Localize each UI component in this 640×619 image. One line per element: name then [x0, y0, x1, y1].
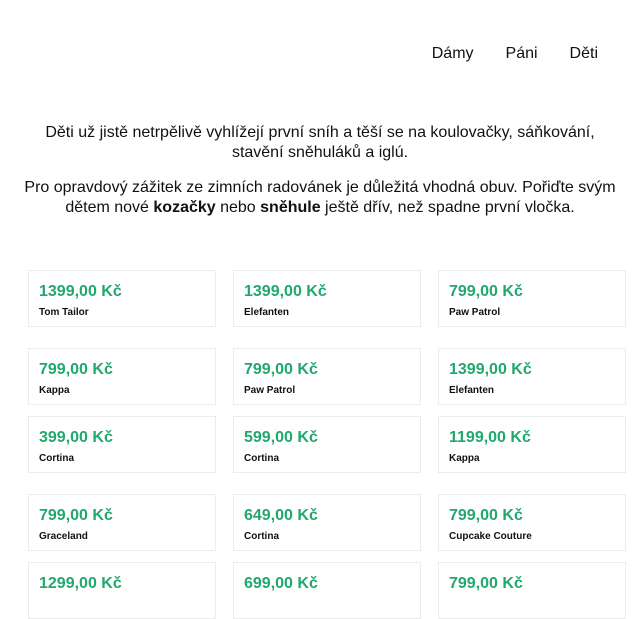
product-brand: Cupcake Couture	[449, 531, 532, 542]
product-price: 1199,00 Kč	[449, 429, 531, 446]
intro-paragraph-2: Pro opravdový zážitek ze zimních radován…	[24, 178, 616, 218]
nav-link-damy[interactable]: Dámy	[432, 44, 474, 64]
intro-link-snehule[interactable]: sněhule	[260, 199, 320, 216]
product-brand: Graceland	[39, 531, 88, 542]
product-brand: Paw Patrol	[449, 307, 501, 318]
nav-link-pani[interactable]: Páni	[506, 44, 538, 64]
product-card[interactable]: 699,00 Kč	[233, 562, 421, 619]
intro-link-kozacky[interactable]: kozačky	[153, 199, 215, 216]
product-price: 799,00 Kč	[39, 361, 113, 378]
product-price: 799,00 Kč	[244, 361, 318, 378]
product-card[interactable]: 799,00 Kč Graceland	[28, 494, 216, 551]
product-brand: Kappa	[449, 453, 480, 464]
product-price: 599,00 Kč	[244, 429, 318, 446]
product-card[interactable]: 1399,00 Kč Elefanten	[233, 270, 421, 327]
product-price: 799,00 Kč	[449, 507, 523, 524]
product-price: 1399,00 Kč	[244, 283, 327, 300]
product-card[interactable]: 799,00 Kč Cupcake Couture	[438, 494, 626, 551]
product-price: 399,00 Kč	[39, 429, 113, 446]
intro-text-part: ještě dřív, než spadne první vločka.	[320, 199, 575, 216]
intro-paragraph-1: Děti už jistě netrpělivě vyhlížejí první…	[45, 124, 595, 161]
intro-text-part: nebo	[215, 199, 261, 216]
product-brand: Paw Patrol	[244, 385, 296, 396]
product-card[interactable]: 799,00 Kč Paw Patrol	[233, 348, 421, 405]
nav-link-deti[interactable]: Děti	[570, 44, 598, 64]
product-brand: Tom Tailor	[39, 307, 89, 318]
intro-text: Děti už jistě netrpělivě vyhlížejí první…	[24, 123, 616, 218]
product-card[interactable]: 799,00 Kč	[438, 562, 626, 619]
product-price: 1399,00 Kč	[449, 361, 532, 378]
product-card[interactable]: 799,00 Kč Kappa	[28, 348, 216, 405]
product-price: 799,00 Kč	[39, 507, 113, 524]
product-card[interactable]: 1199,00 Kč Kappa	[438, 416, 626, 473]
product-card[interactable]: 799,00 Kč Paw Patrol	[438, 270, 626, 327]
top-nav: Dámy Páni Děti	[400, 44, 598, 64]
product-price: 799,00 Kč	[449, 575, 523, 592]
product-card[interactable]: 1399,00 Kč Tom Tailor	[28, 270, 216, 327]
product-brand: Cortina	[244, 531, 279, 542]
product-price: 1399,00 Kč	[39, 283, 122, 300]
product-card[interactable]: 1299,00 Kč	[28, 562, 216, 619]
product-brand: Kappa	[39, 385, 70, 396]
product-price: 1299,00 Kč	[39, 575, 122, 592]
product-price: 699,00 Kč	[244, 575, 318, 592]
product-brand: Cortina	[244, 453, 279, 464]
product-brand: Cortina	[39, 453, 74, 464]
product-price: 649,00 Kč	[244, 507, 318, 524]
product-card[interactable]: 399,00 Kč Cortina	[28, 416, 216, 473]
product-brand: Elefanten	[449, 385, 495, 396]
product-brand: Elefanten	[244, 307, 290, 318]
product-card[interactable]: 649,00 Kč Cortina	[233, 494, 421, 551]
product-card[interactable]: 599,00 Kč Cortina	[233, 416, 421, 473]
product-price: 799,00 Kč	[449, 283, 523, 300]
product-card[interactable]: 1399,00 Kč Elefanten	[438, 348, 626, 405]
